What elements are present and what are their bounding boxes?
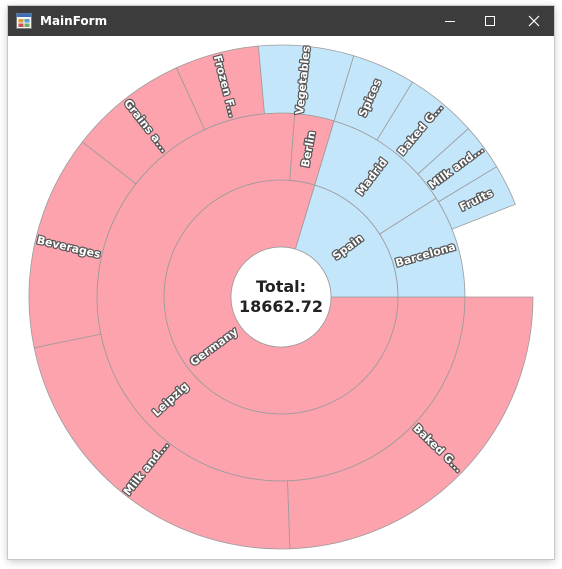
sunburst-chart[interactable]: GermanySpainLeipzigBerlinMadridBarcelona…	[0, 0, 562, 569]
center-total: 18662.72	[239, 297, 323, 316]
main-window: MainForm Germany Spain Leipzig Berlin Madrid…	[8, 6, 554, 559]
center-title: Total:	[256, 277, 306, 296]
chart-area: Germany Spain Leipzig Berlin Madrid Barcelona…	[8, 36, 554, 559]
